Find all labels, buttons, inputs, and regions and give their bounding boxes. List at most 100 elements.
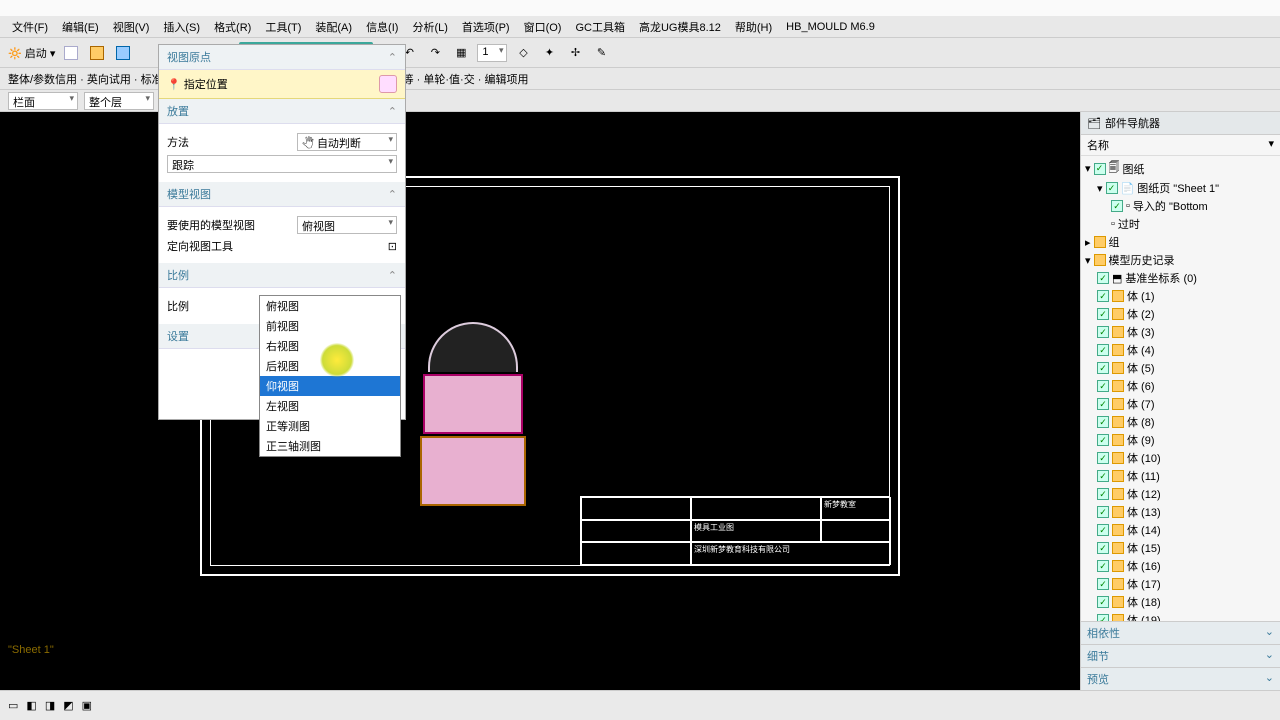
check-icon[interactable]: ✓ [1097,470,1109,482]
check-icon[interactable]: ✓ [1097,488,1109,500]
tree-body-item[interactable]: ✓体 (2) [1083,305,1276,323]
statusbar: ▭ ◧ ◨ ◩ ▣ [0,690,1280,720]
orient-tool-icon[interactable]: ⊡ [388,240,397,253]
tree-body-item[interactable]: ✓体 (5) [1083,359,1276,377]
check-icon[interactable]: ✓ [1097,596,1109,608]
menu-insert[interactable]: 插入(S) [157,17,206,37]
sort-caret-icon[interactable]: ▾ [1268,137,1274,153]
tree-body-item[interactable]: ✓体 (8) [1083,413,1276,431]
check-icon[interactable]: ✓ [1097,506,1109,518]
check-icon[interactable]: ✓ [1097,326,1109,338]
section-model-view[interactable]: 模型视图⌃ [159,182,405,207]
grid-icon[interactable]: ▦ [451,43,471,63]
orient-combo[interactable]: 跟踪 [167,155,397,173]
tree-body-item[interactable]: ✓体 (6) [1083,377,1276,395]
check-icon[interactable]: ✓ [1097,290,1109,302]
opt-bottom[interactable]: 仰视图 [260,376,400,396]
sb-icon3[interactable]: ◨ [45,699,55,712]
menu-tools[interactable]: 工具(T) [259,17,307,37]
menu-info[interactable]: 信息(I) [360,17,404,37]
menu-gc[interactable]: GC工具箱 [569,17,631,37]
menu-format[interactable]: 格式(R) [208,17,257,37]
check-icon[interactable]: ✓ [1097,524,1109,536]
opt-trimetric[interactable]: 正三轴测图 [260,436,400,456]
spin-input[interactable]: 1 [477,44,507,62]
sel-right-label: 等 · 单轮·值·交 · 编辑项用 [403,71,529,87]
tree-body-item[interactable]: ✓体 (16) [1083,557,1276,575]
navigator-tree[interactable]: ▾✓🗐图纸 ▾✓📄图纸页 "Sheet 1" ✓▫导入的 "Bottom ▫过时… [1081,156,1280,621]
tree-body-item[interactable]: ✓体 (9) [1083,431,1276,449]
tool-d-icon[interactable]: ✎ [591,43,611,63]
menu-file[interactable]: 文件(F) [6,17,54,37]
tool-c-icon[interactable]: ✢ [565,43,585,63]
check-icon[interactable]: ✓ [1097,578,1109,590]
opt-front[interactable]: 前视图 [260,316,400,336]
opt-left[interactable]: 左视图 [260,396,400,416]
sb-icon5[interactable]: ▣ [82,699,92,712]
tree-body-item[interactable]: ✓体 (15) [1083,539,1276,557]
tree-body-item[interactable]: ✓体 (10) [1083,449,1276,467]
check-icon[interactable]: ✓ [1097,380,1109,392]
check-icon[interactable]: ✓ [1097,416,1109,428]
layer-combo2[interactable]: 整个层 [84,92,154,110]
menu-window[interactable]: 窗口(O) [518,17,568,37]
sort-label[interactable]: 名称 [1087,137,1109,153]
save-icon[interactable] [113,43,133,63]
check-icon[interactable]: ✓ [1097,560,1109,572]
tool-a-icon[interactable]: ◇ [513,43,533,63]
tree-body-item[interactable]: ✓体 (3) [1083,323,1276,341]
check-icon[interactable]: ✓ [1097,308,1109,320]
titlebar [0,0,1280,16]
specify-location-row[interactable]: 📍 指定位置 [159,70,405,99]
check-icon[interactable]: ✓ [1094,163,1106,175]
redo-icon[interactable]: ↷ [425,43,445,63]
check-icon[interactable]: ✓ [1097,344,1109,356]
tree-body-item[interactable]: ✓体 (13) [1083,503,1276,521]
accordion-details[interactable]: 细节⌄ [1081,644,1280,667]
check-icon[interactable]: ✓ [1097,434,1109,446]
opt-right[interactable]: 右视图 [260,336,400,356]
new-icon[interactable] [61,43,81,63]
menu-edit[interactable]: 编辑(E) [56,17,105,37]
opt-back[interactable]: 后视图 [260,356,400,376]
check-icon[interactable]: ✓ [1097,362,1109,374]
menu-hbmould[interactable]: HB_MOULD M6.9 [780,19,881,35]
tree-body-item[interactable]: ✓体 (11) [1083,467,1276,485]
check-icon[interactable]: ✓ [1097,398,1109,410]
menu-prefs[interactable]: 首选项(P) [456,17,516,37]
menu-ug[interactable]: 高龙UG模具8.12 [633,17,727,37]
menu-help[interactable]: 帮助(H) [729,17,778,37]
check-icon[interactable]: ✓ [1097,542,1109,554]
menu-analysis[interactable]: 分析(L) [406,17,453,37]
opt-top[interactable]: 俯视图 [260,296,400,316]
sb-icon4[interactable]: ◩ [63,699,73,712]
menu-view[interactable]: 视图(V) [107,17,156,37]
tree-body-item[interactable]: ✓体 (14) [1083,521,1276,539]
model-view-combo[interactable]: 俯视图 [297,216,397,234]
tree-body-item[interactable]: ✓体 (4) [1083,341,1276,359]
section-scale[interactable]: 比例⌃ [159,263,405,288]
section-origin[interactable]: 视图原点⌃ [159,45,405,70]
tool-b-icon[interactable]: ✦ [539,43,559,63]
menu-assemble[interactable]: 装配(A) [309,17,358,37]
accordion-preview[interactable]: 预览⌄ [1081,667,1280,690]
section-place[interactable]: 放置⌃ [159,99,405,124]
opt-iso[interactable]: 正等测图 [260,416,400,436]
check-icon[interactable]: ✓ [1097,614,1109,621]
start-button[interactable]: 🔆 启动 ▾ [8,45,55,61]
method-combo[interactable]: 🖑 自动判断 [297,133,397,151]
tree-body-item[interactable]: ✓体 (19) [1083,611,1276,621]
body-icon [1112,290,1124,302]
open-icon[interactable] [87,43,107,63]
sb-icon2[interactable]: ◧ [26,699,36,712]
tree-body-item[interactable]: ✓体 (1) [1083,287,1276,305]
tree-body-item[interactable]: ✓体 (17) [1083,575,1276,593]
sb-icon1[interactable]: ▭ [8,699,18,712]
check-icon[interactable]: ✓ [1097,452,1109,464]
tree-body-item[interactable]: ✓体 (12) [1083,485,1276,503]
layer-combo[interactable]: 栏面 [8,92,78,110]
location-picker-icon[interactable] [379,75,397,93]
accordion-deps[interactable]: 相依性⌄ [1081,621,1280,644]
tree-body-item[interactable]: ✓体 (7) [1083,395,1276,413]
tree-body-item[interactable]: ✓体 (18) [1083,593,1276,611]
